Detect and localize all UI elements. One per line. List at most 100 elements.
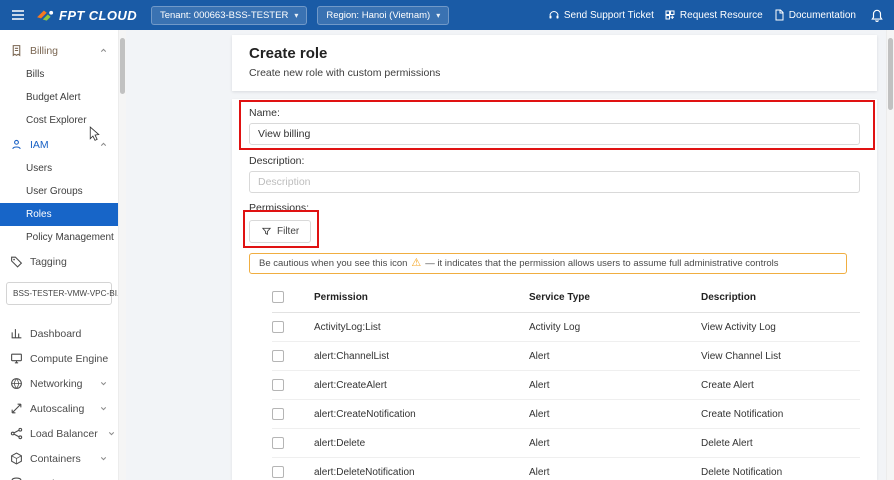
- sidebar-item-users[interactable]: Users: [0, 157, 118, 180]
- sidebar-item-cost-explorer[interactable]: Cost Explorer: [0, 109, 118, 132]
- col-header-service-type: Service Type: [529, 292, 701, 303]
- sidebar-item-roles[interactable]: Roles: [0, 203, 118, 226]
- box-icon: [10, 452, 23, 465]
- description-input[interactable]: [249, 171, 860, 193]
- row-checkbox[interactable]: [272, 350, 284, 362]
- notifications-bell-icon[interactable]: [870, 8, 884, 22]
- documentation-link[interactable]: Documentation: [773, 9, 856, 21]
- cell-description: Delete Notification: [701, 467, 860, 478]
- documentation-label: Documentation: [789, 10, 856, 21]
- topbar: FPT CLOUD Tenant: 000663-BSS-TESTER ▾ Re…: [0, 0, 894, 30]
- bar-chart-icon: [10, 327, 23, 340]
- row-checkbox[interactable]: [272, 321, 284, 333]
- cell-permission: alert:DeleteNotification: [314, 467, 529, 478]
- cell-description: Delete Alert: [701, 438, 860, 449]
- sidebar-item-tagging[interactable]: Tagging: [0, 249, 118, 274]
- warning-triangle-icon: ⚠: [411, 258, 421, 269]
- row-checkbox[interactable]: [272, 466, 284, 478]
- sidebar-item-bills[interactable]: Bills: [0, 63, 118, 86]
- sidebar-item-load-balancer[interactable]: Load Balancer: [0, 421, 118, 446]
- cell-permission: alert:CreateAlert: [314, 380, 529, 391]
- brand-text: FPT CLOUD: [59, 8, 137, 23]
- table-row: ActivityLog:List Activity Log View Activ…: [272, 313, 860, 342]
- menu-icon[interactable]: [10, 7, 26, 23]
- tenant-selector[interactable]: Tenant: 000663-BSS-TESTER ▾: [151, 6, 307, 25]
- table-row: alert:Delete Alert Delete Alert: [272, 429, 860, 458]
- sidebar-item-database[interactable]: Database: [0, 471, 118, 480]
- sidebar-item-label: Autoscaling: [30, 403, 84, 415]
- sidebar-item-label: Tagging: [30, 256, 67, 268]
- chevron-down-icon: ▾: [294, 11, 298, 20]
- sidebar-gap: [0, 309, 118, 321]
- sidebar-item-user-groups[interactable]: User Groups: [0, 180, 118, 203]
- sidebar-item-billing[interactable]: Billing: [0, 38, 118, 63]
- sidebar-item-compute-engine[interactable]: Compute Engine: [0, 346, 118, 371]
- document-icon: [773, 9, 785, 21]
- sidebar-item-label: Networking: [30, 378, 83, 390]
- cell-service-type: Alert: [529, 467, 701, 478]
- permissions-table: Permission Service Type Description Acti…: [272, 284, 860, 480]
- cell-service-type: Alert: [529, 351, 701, 362]
- sidebar-item-label: Containers: [30, 453, 81, 465]
- sidebar-scrollbar-thumb[interactable]: [120, 38, 125, 94]
- table-row: alert:CreateAlert Alert Create Alert: [272, 371, 860, 400]
- sidebar-item-label: Compute Engine: [30, 353, 108, 365]
- sidebar-item-iam[interactable]: IAM: [0, 132, 118, 157]
- col-header-description: Description: [701, 292, 860, 303]
- sidebar: Billing Bills Budget Alert Cost Explorer…: [0, 30, 118, 480]
- sidebar-item-autoscaling[interactable]: Autoscaling: [0, 396, 118, 421]
- sidebar-item-containers[interactable]: Containers: [0, 446, 118, 471]
- sidebar-item-dashboard[interactable]: Dashboard: [0, 321, 118, 346]
- main-content: Create role Create new role with custom …: [126, 30, 886, 480]
- chevron-down-icon: [97, 404, 110, 413]
- chevron-down-icon: [105, 429, 118, 438]
- vpc-selector[interactable]: BSS-TESTER-VMW-VPC-BI... ▾: [6, 282, 112, 305]
- sidebar-item-label: Dashboard: [30, 328, 81, 340]
- vpc-selector-value: BSS-TESTER-VMW-VPC-BI...: [13, 289, 118, 298]
- select-all-checkbox[interactable]: [272, 291, 284, 303]
- request-resource-link[interactable]: Request Resource: [664, 9, 763, 21]
- person-icon: [10, 138, 23, 151]
- filter-button-label: Filter: [277, 226, 299, 237]
- table-row: alert:CreateNotification Alert Create No…: [272, 400, 860, 429]
- row-checkbox[interactable]: [272, 379, 284, 391]
- funnel-icon: [261, 226, 272, 237]
- region-selector[interactable]: Region: Hanoi (Vietnam) ▾: [317, 6, 449, 25]
- cell-description: View Channel List: [701, 351, 860, 362]
- caution-text-before: Be cautious when you see this icon: [259, 258, 407, 269]
- cell-permission: alert:ChannelList: [314, 351, 529, 362]
- caution-text-after: — it indicates that the permission allow…: [425, 258, 778, 269]
- sidebar-item-budget-alert[interactable]: Budget Alert: [0, 86, 118, 109]
- table-row: alert:DeleteNotification Alert Delete No…: [272, 458, 860, 480]
- cell-service-type: Alert: [529, 409, 701, 420]
- description-label: Description:: [249, 155, 860, 167]
- row-checkbox[interactable]: [272, 437, 284, 449]
- request-resource-label: Request Resource: [680, 10, 763, 21]
- tenant-label: Tenant: 000663-BSS-TESTER: [160, 10, 288, 21]
- row-checkbox[interactable]: [272, 408, 284, 420]
- main-scrollbar-thumb[interactable]: [888, 38, 893, 110]
- send-support-ticket-link[interactable]: Send Support Ticket: [548, 9, 654, 21]
- chevron-down-icon: [97, 379, 110, 388]
- chevron-down-icon: [97, 454, 110, 463]
- chevron-up-icon: [97, 140, 110, 149]
- sidebar-scrollbar: [118, 30, 126, 480]
- fpt-cloud-logo: FPT CLOUD: [36, 8, 137, 23]
- create-role-form: Name: Description: Permissions: Filter B…: [232, 99, 877, 480]
- resource-grid-icon: [664, 9, 676, 21]
- expand-arrows-icon: [10, 402, 23, 415]
- share-nodes-icon: [10, 427, 23, 440]
- filter-button[interactable]: Filter: [249, 220, 311, 243]
- cell-service-type: Alert: [529, 438, 701, 449]
- name-input[interactable]: [249, 123, 860, 145]
- region-label: Region: Hanoi (Vietnam): [326, 10, 430, 21]
- sidebar-item-label: Billing: [30, 45, 58, 57]
- chevron-up-icon: [97, 46, 110, 55]
- sidebar-item-networking[interactable]: Networking: [0, 371, 118, 396]
- sidebar-item-policy-management[interactable]: Policy Management: [0, 226, 118, 249]
- cell-service-type: Activity Log: [529, 322, 701, 333]
- fpt-logo-icon: [36, 8, 54, 22]
- cell-description: Create Notification: [701, 409, 860, 420]
- page-subtitle: Create new role with custom permissions: [249, 67, 860, 79]
- headset-icon: [548, 9, 560, 21]
